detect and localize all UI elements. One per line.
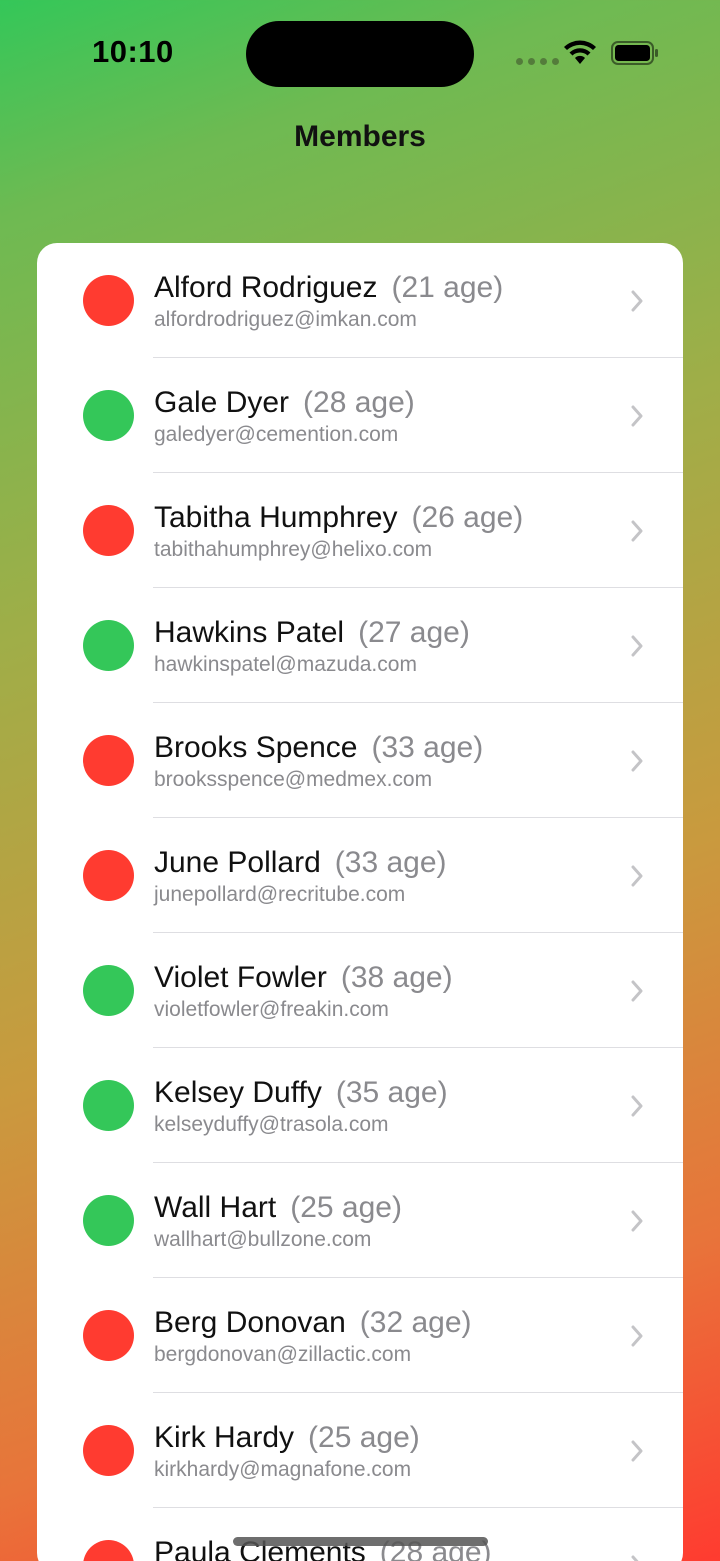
status-indicator: [83, 390, 134, 441]
page-title: Members: [294, 120, 426, 153]
member-list: Alford Rodriguez (21 age) alfordrodriguez@…: [37, 243, 683, 1561]
member-name: Gale Dyer: [154, 386, 290, 419]
member-email: junepollard@recritube.com: [154, 883, 406, 906]
member-name-line: June Pollard (33 age): [154, 845, 447, 881]
member-name: Brooks Spence: [154, 731, 358, 764]
status-bar: 10:10: [0, 0, 720, 100]
member-row[interactable]: Paula Clements (28 age): [37, 1508, 683, 1561]
chevron-right-icon: [631, 865, 643, 887]
member-age: (33 age): [334, 846, 447, 879]
member-email: kelseyduffy@trasola.com: [154, 1113, 389, 1136]
member-name-line: Gale Dyer (28 age): [154, 385, 415, 421]
member-email: bergdonovan@zillactic.com: [154, 1343, 412, 1366]
dynamic-island: [246, 21, 474, 87]
member-age: (38 age): [340, 961, 453, 994]
home-indicator[interactable]: [233, 1537, 488, 1546]
member-email: galedyer@cemention.com: [154, 423, 399, 446]
member-row[interactable]: Alford Rodriguez (21 age) alfordrodriguez@…: [37, 243, 683, 358]
status-indicator: [83, 275, 134, 326]
member-age: (25 age): [290, 1191, 402, 1224]
chevron-right-icon: [631, 1210, 643, 1232]
chevron-right-icon: [631, 1440, 643, 1462]
member-row[interactable]: Kelsey Duffy (35 age) kelseyduffy@trasola.…: [37, 1048, 683, 1163]
member-email: tabithahumphrey@helixo.com: [154, 538, 433, 561]
chevron-right-icon: [631, 1095, 643, 1117]
battery-icon: [611, 41, 658, 65]
wifi-icon: [564, 40, 596, 64]
member-name: Kirk Hardy: [154, 1421, 295, 1454]
member-row[interactable]: Tabitha Humphrey (26 age) tabithahumphrey@…: [37, 473, 683, 588]
status-time: 10:10: [92, 34, 174, 69]
status-indicator: [83, 735, 134, 786]
status-indicator: [83, 1195, 134, 1246]
member-name-line: Kelsey Duffy (35 age): [154, 1075, 448, 1111]
member-name-line: Tabitha Humphrey (26 age): [154, 500, 523, 536]
member-age: (27 age): [358, 616, 470, 649]
member-age: (21 age): [391, 271, 504, 304]
cellular-signal-icon: [516, 58, 559, 65]
member-row[interactable]: Kirk Hardy (25 age) kirkhardy@magnafone.co…: [37, 1393, 683, 1508]
member-name-line: Brooks Spence (33 age): [154, 730, 483, 766]
chevron-right-icon: [631, 1555, 639, 1561]
status-indicator: [83, 965, 134, 1016]
status-indicator: [83, 1540, 134, 1561]
chevron-right-icon: [631, 750, 643, 772]
member-name-line: Violet Fowler (38 age): [154, 960, 453, 996]
status-indicator: [83, 620, 134, 671]
member-name: June Pollard: [154, 846, 321, 879]
chevron-right-icon: [631, 980, 643, 1002]
chevron-right-icon: [631, 1325, 643, 1347]
member-row[interactable]: Gale Dyer (28 age) galedyer@cemention.com: [37, 358, 683, 473]
member-name-line: Berg Donovan (32 age): [154, 1305, 472, 1341]
member-name: Berg Donovan: [154, 1306, 346, 1339]
chevron-right-icon: [631, 520, 643, 542]
member-row[interactable]: Wall Hart (25 age) wallhart@bullzone.com: [37, 1163, 683, 1278]
member-row[interactable]: Brooks Spence (33 age) brooksspence@medmex…: [37, 703, 683, 818]
member-row[interactable]: Berg Donovan (32 age) bergdonovan@zillacti…: [37, 1278, 683, 1393]
member-name-line: Kirk Hardy (25 age): [154, 1420, 420, 1456]
member-email: brooksspence@medmex.com: [154, 768, 433, 791]
member-name: Violet Fowler: [154, 961, 327, 994]
status-indicator: [83, 1425, 134, 1476]
member-name: Alford Rodriguez: [154, 271, 378, 304]
status-indicator: [83, 1080, 134, 1131]
member-name: Hawkins Patel: [154, 616, 345, 649]
member-age: (28 age): [303, 386, 415, 419]
member-name: Tabitha Humphrey: [154, 501, 398, 534]
member-name-line: Hawkins Patel (27 age): [154, 615, 470, 651]
member-age: (33 age): [371, 731, 484, 764]
member-row[interactable]: Violet Fowler (38 age) violetfowler@freaki…: [37, 933, 683, 1048]
member-email: alfordrodriguez@imkan.com: [154, 308, 417, 331]
status-indicator: [83, 505, 134, 556]
member-name-line: Alford Rodriguez (21 age): [154, 270, 503, 306]
member-row[interactable]: June Pollard (33 age) junepollard@recritub…: [37, 818, 683, 933]
chevron-right-icon: [631, 405, 643, 427]
member-email: wallhart@bullzone.com: [154, 1228, 372, 1251]
member-name-line: Wall Hart (25 age): [154, 1190, 402, 1226]
member-age: (26 age): [411, 501, 524, 534]
status-indicator: [83, 1310, 134, 1361]
member-name: Wall Hart: [154, 1191, 277, 1224]
member-age: (35 age): [335, 1076, 448, 1109]
chevron-right-icon: [631, 290, 643, 312]
chevron-right-icon: [631, 635, 643, 657]
member-row[interactable]: Hawkins Patel (27 age) hawkinspatel@mazuda…: [37, 588, 683, 703]
member-age: (32 age): [359, 1306, 472, 1339]
member-age: (25 age): [308, 1421, 420, 1454]
member-email: kirkhardy@magnafone.com: [154, 1458, 412, 1481]
member-email: violetfowler@freakin.com: [154, 998, 389, 1021]
status-indicator: [83, 850, 134, 901]
member-email: hawkinspatel@mazuda.com: [154, 653, 417, 676]
member-name: Kelsey Duffy: [154, 1076, 322, 1109]
